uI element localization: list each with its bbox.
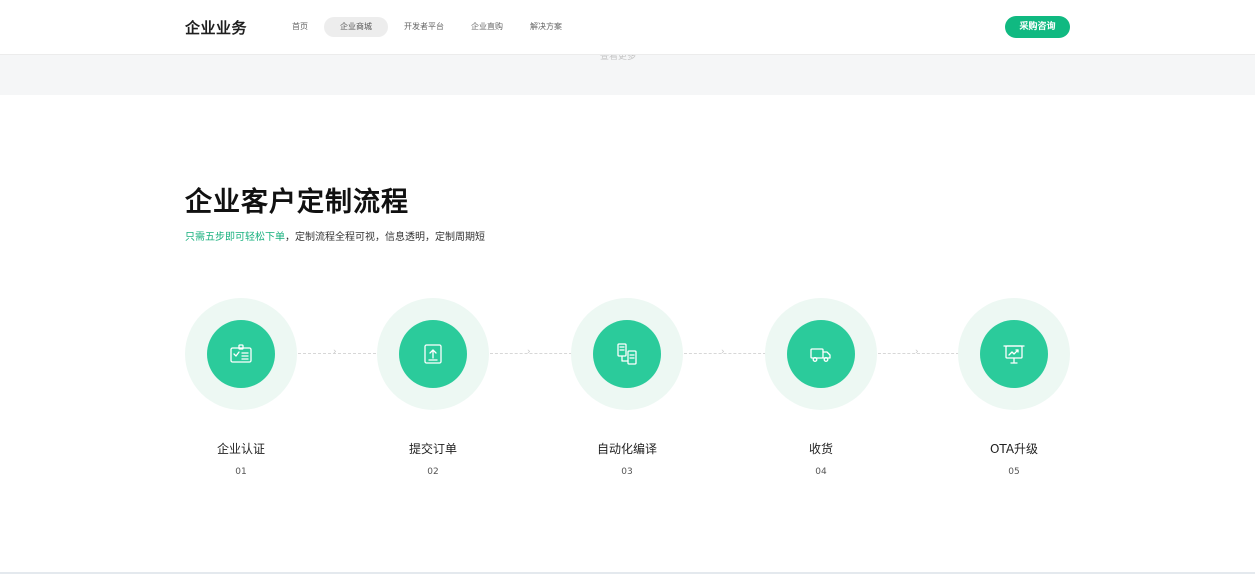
nav-item-solutions[interactable]: 解决方案 <box>519 17 573 37</box>
step-number: 02 <box>427 467 439 477</box>
nav-item-developer-platform[interactable]: 开发者平台 <box>393 17 455 37</box>
step-name: 自动化编译 <box>596 442 657 456</box>
truck-icon <box>810 348 831 362</box>
step-disc <box>399 320 467 388</box>
connector-arrow-icon: › <box>721 347 725 357</box>
step-ring <box>765 298 877 410</box>
brand-title[interactable]: 企业业务 <box>185 17 247 38</box>
step-disc <box>593 320 661 388</box>
step-card: 企业认证 01 <box>185 298 297 477</box>
subtitle-highlight: 只需五步即可轻松下单 <box>185 232 285 243</box>
upgrade-icon <box>1003 345 1025 364</box>
section-title: 企业客户定制流程 <box>185 187 409 218</box>
connector-arrow-icon: › <box>333 347 337 357</box>
step-connector <box>490 353 572 355</box>
subtitle-rest: ，定制流程全程可视，信息透明，定制周期短 <box>285 232 485 243</box>
step-connector <box>684 353 766 355</box>
step-ring <box>571 298 683 410</box>
step-connector <box>298 353 376 355</box>
step-ring <box>185 298 297 410</box>
step-number: 05 <box>1008 467 1020 477</box>
purchase-consult-button[interactable]: 采购咨询 <box>1005 16 1070 38</box>
nav-item-home[interactable]: 首页 <box>281 17 319 37</box>
compile-icon <box>617 343 637 365</box>
nav-item-direct-purchase[interactable]: 企业直购 <box>460 17 514 37</box>
step-disc <box>207 320 275 388</box>
gray-band: 查看更多 <box>0 52 1255 95</box>
step-name: OTA升级 <box>989 442 1039 456</box>
nav-item-enterprise-mall[interactable]: 企业商城 <box>324 17 388 37</box>
step-ring <box>377 298 489 410</box>
step-card: 收货 04 <box>765 298 877 477</box>
connector-arrow-icon: › <box>915 347 919 357</box>
section-subtitle: 只需五步即可轻松下单，定制流程全程可视，信息透明，定制周期短 <box>185 228 485 243</box>
main-nav: 首页 企业商城 开发者平台 企业直购 解决方案 <box>281 17 578 37</box>
step-number: 03 <box>621 467 633 477</box>
step-number: 01 <box>235 467 247 477</box>
step-card: 提交订单 02 <box>377 298 489 477</box>
step-disc <box>787 320 855 388</box>
step-card: OTA升级 05 <box>958 298 1070 477</box>
step-name: 企业认证 <box>216 442 265 456</box>
step-name: 收货 <box>808 442 833 456</box>
top-navigation-bar: 企业业务 首页 企业商城 开发者平台 企业直购 解决方案 采购咨询 <box>0 0 1255 55</box>
step-card: 自动化编译 03 <box>571 298 683 477</box>
step-number: 04 <box>815 467 827 477</box>
step-name: 提交订单 <box>408 442 457 456</box>
step-disc <box>980 320 1048 388</box>
order-icon <box>424 344 442 364</box>
connector-arrow-icon: › <box>527 347 531 357</box>
id-card-icon <box>230 344 252 363</box>
step-ring <box>958 298 1070 410</box>
